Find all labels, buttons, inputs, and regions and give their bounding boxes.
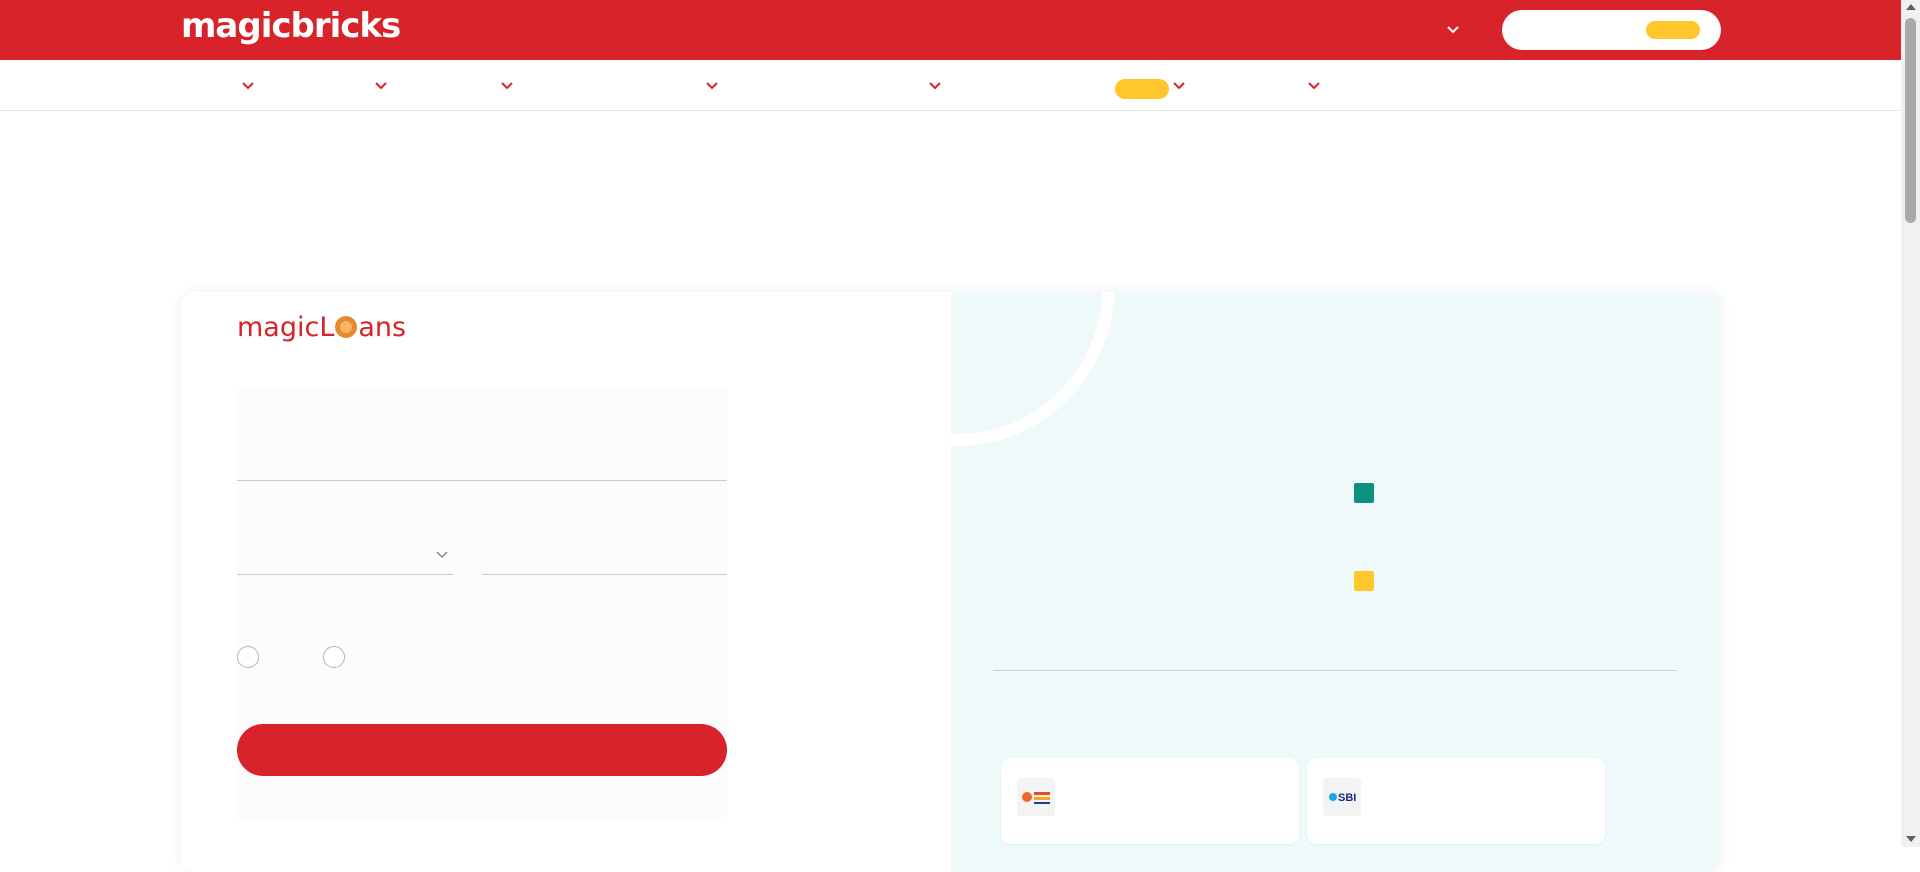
search-badge[interactable] — [1646, 21, 1700, 39]
legend-principal-swatch — [1354, 483, 1374, 503]
home-loan-card: magicL ans SBI — [181, 292, 1721, 872]
nav-item-1-chevron-down-icon[interactable] — [240, 79, 256, 93]
bank-offer-card[interactable] — [1001, 758, 1299, 844]
option-1-radio[interactable] — [237, 646, 259, 668]
summary-divider — [993, 670, 1677, 671]
nav-item-3-chevron-down-icon[interactable] — [499, 79, 515, 93]
loan-amount-field[interactable] — [237, 480, 727, 481]
bank-offer-card[interactable]: SBI — [1307, 758, 1605, 844]
chevron-down-icon[interactable] — [1446, 22, 1460, 36]
svg-text:SBI: SBI — [1338, 792, 1356, 804]
scroll-up-arrow-icon[interactable] — [1906, 4, 1916, 10]
nav-item-4-chevron-down-icon[interactable] — [704, 79, 720, 93]
submit-button[interactable] — [237, 724, 727, 776]
bank-of-baroda-logo — [1017, 778, 1055, 816]
scroll-thumb[interactable] — [1905, 18, 1916, 223]
chevron-down-icon[interactable] — [435, 550, 449, 560]
header-search-input[interactable] — [1502, 10, 1721, 50]
page-scrollbar[interactable] — [1901, 0, 1920, 847]
option-2-radio[interactable] — [323, 646, 345, 668]
top-header: magicbricks — [0, 0, 1901, 60]
city-select[interactable] — [237, 574, 453, 575]
coin-icon — [335, 316, 358, 338]
bank-logo-icon — [1022, 792, 1050, 804]
mobile-number-field[interactable] — [482, 574, 727, 575]
sbi-logo-icon: SBI — [1329, 792, 1356, 804]
decorative-swoosh — [951, 292, 1115, 446]
nav-item-2-chevron-down-icon[interactable] — [373, 79, 389, 93]
main-nav — [0, 60, 1901, 111]
sbi-logo: SBI — [1323, 778, 1361, 816]
nav-item-7-chevron-down-icon[interactable] — [1306, 79, 1322, 93]
loan-summary-panel: SBI — [951, 292, 1721, 872]
nav-item-6-chevron-down-icon[interactable] — [1171, 79, 1187, 93]
magicbricks-logo[interactable]: magicbricks — [181, 6, 401, 46]
scroll-down-arrow-icon[interactable] — [1906, 836, 1916, 842]
nav-new-badge — [1115, 79, 1169, 99]
magicloans-logo: magicL ans — [237, 312, 407, 343]
nav-item-5-chevron-down-icon[interactable] — [927, 79, 943, 93]
legend-interest-swatch — [1354, 571, 1374, 591]
